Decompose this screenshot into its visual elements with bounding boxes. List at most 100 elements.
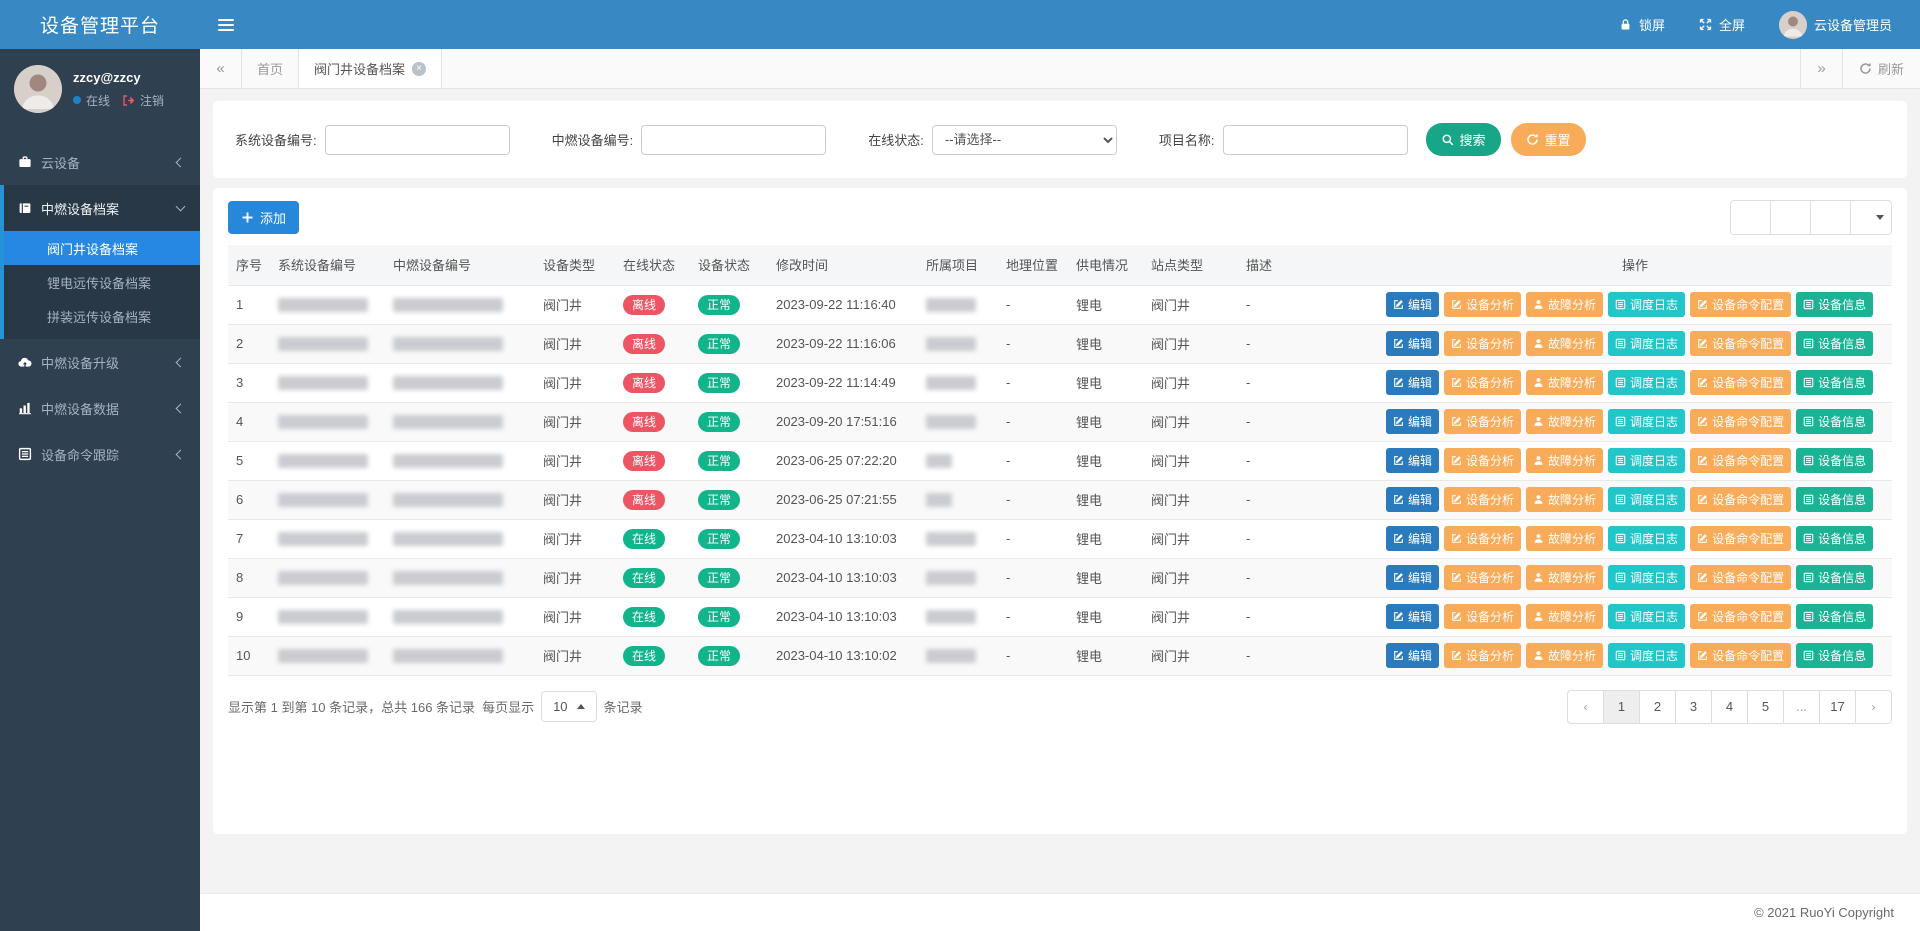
sidebar-subitem[interactable]: 阀门井设备档案 bbox=[4, 231, 200, 265]
reset-button[interactable]: 重置 bbox=[1511, 123, 1586, 156]
page-button-3[interactable]: 3 bbox=[1675, 690, 1712, 724]
refresh-tab-button[interactable]: 刷新 bbox=[1842, 49, 1920, 88]
edit-button[interactable]: 编辑 bbox=[1386, 409, 1439, 434]
sidebar-avatar[interactable] bbox=[14, 65, 62, 113]
device-command-config-button[interactable]: 设备命令配置 bbox=[1690, 292, 1791, 317]
device-info-button[interactable]: 设备信息 bbox=[1796, 448, 1873, 473]
device-analysis-button[interactable]: 设备分析 bbox=[1444, 409, 1521, 434]
sidebar-subitem[interactable]: 锂电远传设备档案 bbox=[4, 265, 200, 299]
dispatch-log-button[interactable]: 调度日志 bbox=[1608, 565, 1685, 590]
zr-device-id-input[interactable] bbox=[641, 125, 826, 155]
tab-close-icon[interactable]: × bbox=[412, 62, 426, 76]
edit-button[interactable]: 编辑 bbox=[1386, 370, 1439, 395]
dispatch-log-button[interactable]: 调度日志 bbox=[1608, 409, 1685, 434]
device-info-button[interactable]: 设备信息 bbox=[1796, 604, 1873, 629]
device-analysis-button[interactable]: 设备分析 bbox=[1444, 292, 1521, 317]
edit-button[interactable]: 编辑 bbox=[1386, 292, 1439, 317]
edit-button[interactable]: 编辑 bbox=[1386, 487, 1439, 512]
sidebar-item[interactable]: 设备命令跟踪 bbox=[4, 431, 200, 477]
device-analysis-button[interactable]: 设备分析 bbox=[1444, 487, 1521, 512]
lock-screen-button[interactable]: 锁屏 bbox=[1619, 15, 1665, 34]
system-device-id-input[interactable] bbox=[325, 125, 510, 155]
tabs-scroll-right-button[interactable]: » bbox=[1800, 49, 1842, 88]
fault-analysis-button[interactable]: 故障分析 bbox=[1526, 526, 1603, 551]
device-command-config-button[interactable]: 设备命令配置 bbox=[1690, 448, 1791, 473]
device-analysis-button[interactable]: 设备分析 bbox=[1444, 643, 1521, 668]
logout-button[interactable]: 注销 bbox=[122, 92, 164, 109]
tabs-scroll-left-button[interactable]: « bbox=[200, 49, 242, 88]
page-button-2[interactable]: 2 bbox=[1639, 690, 1676, 724]
sidebar-item[interactable]: 中燃设备升级 bbox=[4, 339, 200, 385]
edit-button[interactable]: 编辑 bbox=[1386, 643, 1439, 668]
device-info-button[interactable]: 设备信息 bbox=[1796, 409, 1873, 434]
edit-button[interactable]: 编辑 bbox=[1386, 565, 1439, 590]
dispatch-log-button[interactable]: 调度日志 bbox=[1608, 604, 1685, 629]
sidebar-item[interactable]: 中燃设备数据 bbox=[4, 385, 200, 431]
prev-page-button[interactable]: ‹ bbox=[1567, 690, 1604, 724]
page-size-select[interactable]: 10 bbox=[541, 691, 596, 722]
device-command-config-button[interactable]: 设备命令配置 bbox=[1690, 370, 1791, 395]
dispatch-log-button[interactable]: 调度日志 bbox=[1608, 526, 1685, 551]
fault-analysis-button[interactable]: 故障分析 bbox=[1526, 487, 1603, 512]
sidebar-item[interactable]: 云设备 bbox=[4, 139, 200, 185]
dispatch-log-button[interactable]: 调度日志 bbox=[1608, 370, 1685, 395]
fault-analysis-button[interactable]: 故障分析 bbox=[1526, 370, 1603, 395]
device-info-button[interactable]: 设备信息 bbox=[1796, 331, 1873, 356]
device-command-config-button[interactable]: 设备命令配置 bbox=[1690, 565, 1791, 590]
project-name-input[interactable] bbox=[1223, 125, 1408, 155]
device-info-button[interactable]: 设备信息 bbox=[1796, 487, 1873, 512]
edit-button[interactable]: 编辑 bbox=[1386, 448, 1439, 473]
device-command-config-button[interactable]: 设备命令配置 bbox=[1690, 409, 1791, 434]
device-command-config-button[interactable]: 设备命令配置 bbox=[1690, 526, 1791, 551]
fullscreen-button[interactable]: 全屏 bbox=[1699, 15, 1745, 34]
online-status-select[interactable]: --请选择-- bbox=[932, 125, 1117, 155]
sidebar-item[interactable]: 中燃设备档案 bbox=[4, 185, 200, 231]
device-command-config-button[interactable]: 设备命令配置 bbox=[1690, 331, 1791, 356]
device-analysis-button[interactable]: 设备分析 bbox=[1444, 565, 1521, 590]
fault-analysis-button[interactable]: 故障分析 bbox=[1526, 604, 1603, 629]
device-analysis-button[interactable]: 设备分析 bbox=[1444, 331, 1521, 356]
device-info-button[interactable]: 设备信息 bbox=[1796, 370, 1873, 395]
sidebar-subitem[interactable]: 拼装远传设备档案 bbox=[4, 299, 200, 333]
user-menu[interactable]: 云设备管理员 bbox=[1779, 11, 1892, 39]
device-info-button[interactable]: 设备信息 bbox=[1796, 565, 1873, 590]
device-command-config-button[interactable]: 设备命令配置 bbox=[1690, 604, 1791, 629]
dispatch-log-button[interactable]: 调度日志 bbox=[1608, 331, 1685, 356]
page-button-1[interactable]: 1 bbox=[1603, 690, 1640, 724]
device-analysis-button[interactable]: 设备分析 bbox=[1444, 526, 1521, 551]
add-button[interactable]: 添加 bbox=[228, 201, 299, 234]
fault-analysis-button[interactable]: 故障分析 bbox=[1526, 448, 1603, 473]
tab-inactive[interactable]: 首页 bbox=[242, 49, 299, 88]
device-info-button[interactable]: 设备信息 bbox=[1796, 643, 1873, 668]
dispatch-log-button[interactable]: 调度日志 bbox=[1608, 643, 1685, 668]
page-button-4[interactable]: 4 bbox=[1711, 690, 1748, 724]
fault-analysis-button[interactable]: 故障分析 bbox=[1526, 292, 1603, 317]
search-tool-button[interactable] bbox=[1731, 201, 1771, 234]
fault-analysis-button[interactable]: 故障分析 bbox=[1526, 409, 1603, 434]
device-analysis-button[interactable]: 设备分析 bbox=[1444, 448, 1521, 473]
page-button-17[interactable]: 17 bbox=[1819, 690, 1856, 724]
dispatch-log-button[interactable]: 调度日志 bbox=[1608, 487, 1685, 512]
edit-button[interactable]: 编辑 bbox=[1386, 526, 1439, 551]
tab-active[interactable]: 阀门井设备档案× bbox=[299, 49, 442, 88]
next-page-button[interactable]: › bbox=[1855, 690, 1892, 724]
edit-button[interactable]: 编辑 bbox=[1386, 604, 1439, 629]
list-view-tool-button[interactable] bbox=[1811, 201, 1851, 234]
device-analysis-button[interactable]: 设备分析 bbox=[1444, 604, 1521, 629]
device-command-config-button[interactable]: 设备命令配置 bbox=[1690, 487, 1791, 512]
dispatch-log-button[interactable]: 调度日志 bbox=[1608, 292, 1685, 317]
fault-analysis-button[interactable]: 故障分析 bbox=[1526, 565, 1603, 590]
edit-button[interactable]: 编辑 bbox=[1386, 331, 1439, 356]
page-button-5[interactable]: 5 bbox=[1747, 690, 1784, 724]
columns-tool-button[interactable] bbox=[1851, 201, 1891, 234]
fault-analysis-button[interactable]: 故障分析 bbox=[1526, 643, 1603, 668]
dispatch-log-button[interactable]: 调度日志 bbox=[1608, 448, 1685, 473]
refresh-tool-button[interactable] bbox=[1771, 201, 1811, 234]
sidebar-toggle-button[interactable] bbox=[200, 0, 252, 49]
device-analysis-button[interactable]: 设备分析 bbox=[1444, 370, 1521, 395]
search-button[interactable]: 搜索 bbox=[1426, 123, 1501, 156]
device-info-button[interactable]: 设备信息 bbox=[1796, 526, 1873, 551]
device-info-button[interactable]: 设备信息 bbox=[1796, 292, 1873, 317]
fault-analysis-button[interactable]: 故障分析 bbox=[1526, 331, 1603, 356]
device-command-config-button[interactable]: 设备命令配置 bbox=[1690, 643, 1791, 668]
